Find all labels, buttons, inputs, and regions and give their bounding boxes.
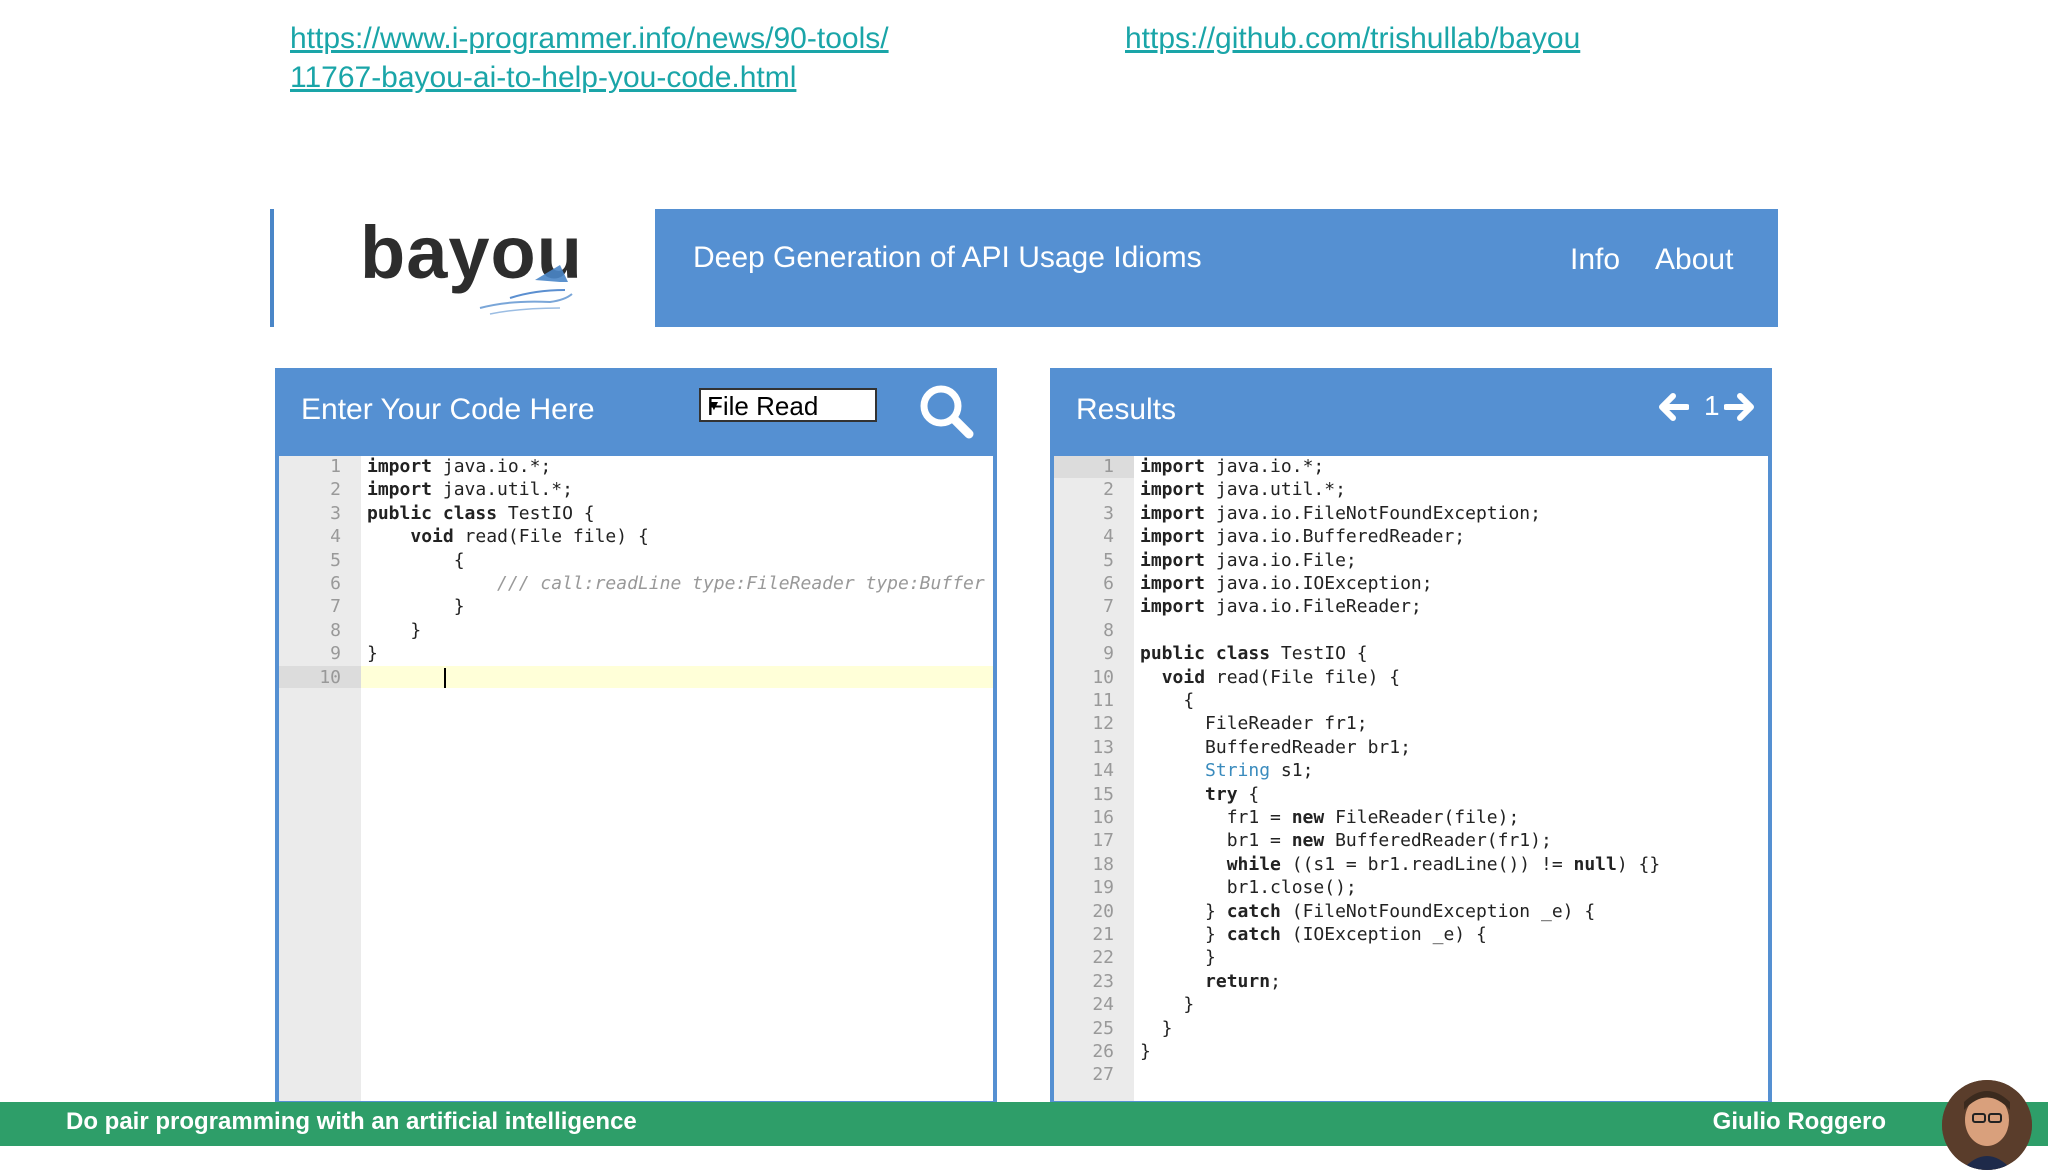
line-number: 21	[1092, 924, 1114, 945]
line-number: 18	[1092, 853, 1114, 875]
code-line: {	[367, 549, 465, 571]
code-line: void read(File file) {	[1161, 666, 1401, 688]
line-number: 11	[1092, 690, 1114, 711]
code-line: import java.io.IOException;	[1140, 573, 1433, 594]
results-page-number: 1	[1704, 390, 1720, 421]
bayou-logo: bayou	[360, 210, 582, 320]
code-line: }	[1140, 1041, 1151, 1062]
line-number: 16	[1092, 807, 1114, 828]
code-line: } catch (IOException _e) {	[1140, 924, 1487, 945]
line-number: 22	[1092, 947, 1114, 969]
line-number: 2	[330, 479, 341, 501]
code-line: while ((s1 = br1.readLine()) != null) {}	[1226, 853, 1661, 875]
link-article-line2[interactable]: 11767-bayou-ai-to-help-you-code.html	[290, 58, 796, 97]
code-line: try {	[1205, 783, 1260, 805]
code-line: import java.io.FileNotFoundException;	[1140, 502, 1541, 524]
line-number: 17	[1092, 830, 1114, 852]
results-panel: Results 1 1 import java.io.*; 2 import java…	[1050, 368, 1772, 1105]
editor-active-line	[361, 666, 993, 688]
line-number: 5	[330, 549, 341, 571]
code-line: String s1;	[1205, 760, 1314, 782]
code-line: import java.io.File;	[1140, 549, 1357, 571]
line-number: 9	[330, 643, 341, 665]
code-line: }	[367, 596, 465, 618]
code-line: import java.io.*;	[367, 456, 552, 477]
line-number: 13	[1092, 736, 1114, 758]
line-number: 6	[330, 573, 341, 594]
footer-author: Giulio Roggero	[1712, 1108, 1886, 1135]
line-number: 4	[330, 526, 341, 548]
search-icon[interactable]	[917, 382, 975, 440]
line-number: 7	[330, 596, 341, 618]
chevron-down-icon: ▼	[707, 397, 721, 413]
code-line: import java.io.BufferedReader;	[1140, 526, 1466, 548]
code-line: }	[367, 619, 422, 641]
code-line: }	[1140, 994, 1195, 1016]
code-line: fr1 = new FileReader(file);	[1140, 807, 1520, 828]
results-panel-header: Results 1	[1054, 368, 1768, 456]
code-line: } catch (FileNotFoundException _e) {	[1140, 900, 1596, 922]
line-number: 14	[1092, 760, 1114, 782]
line-number: 7	[1103, 596, 1114, 618]
nav-about[interactable]: About	[1655, 243, 1733, 277]
line-number: 6	[1103, 573, 1114, 594]
line-number: 20	[1092, 900, 1114, 922]
code-line: }	[1140, 1017, 1173, 1039]
line-number: 5	[1103, 549, 1114, 571]
code-line: {	[1140, 690, 1195, 711]
site-header: Deep Generation of API Usage Idioms Info…	[655, 209, 1778, 327]
code-line: import java.io.*;	[1140, 456, 1325, 477]
link-github[interactable]: https://github.com/trishullab/bayou	[1125, 19, 1580, 58]
line-number: 1	[1103, 456, 1114, 477]
footer-title: Do pair programming with an artificial i…	[66, 1108, 637, 1135]
line-number: 23	[1092, 970, 1114, 992]
line-number: 3	[330, 502, 341, 524]
slide-footer: Do pair programming with an artificial i…	[0, 1102, 2048, 1146]
code-line: }	[1140, 947, 1216, 969]
arrow-left-icon[interactable]	[1659, 392, 1689, 422]
code-line: import java.io.FileReader;	[1140, 596, 1422, 618]
code-line: }	[367, 643, 378, 665]
code-line: br1 = new BufferedReader(fr1);	[1140, 830, 1552, 852]
code-line: /// call:readLine type:FileReader type:B…	[497, 573, 985, 594]
line-number: 27	[1092, 1064, 1114, 1086]
line-number: 1	[330, 456, 341, 477]
logo-accent-bar	[270, 209, 274, 327]
line-number: 8	[1103, 619, 1114, 641]
code-line: public class TestIO {	[1140, 643, 1368, 665]
results-title: Results	[1076, 393, 1177, 426]
code-line: public class TestIO {	[367, 502, 595, 524]
nav-info[interactable]: Info	[1570, 243, 1620, 277]
code-line: import java.util.*;	[367, 479, 573, 501]
code-line: void read(File file) {	[410, 526, 649, 548]
code-line: FileReader fr1;	[1140, 713, 1368, 735]
link-article-line1[interactable]: https://www.i-programmer.info/news/90-to…	[290, 19, 889, 58]
logo-wave-icon	[479, 265, 573, 315]
line-number: 10	[319, 666, 341, 688]
editor-panel: Enter Your Code Here File Read ▼ 1 import…	[275, 368, 997, 1105]
line-number: 25	[1092, 1017, 1114, 1039]
code-line: br1.close();	[1140, 877, 1357, 899]
text-cursor	[444, 668, 446, 688]
line-number: 9	[1103, 643, 1114, 665]
line-number: 4	[1103, 526, 1114, 548]
line-number: 15	[1092, 783, 1114, 805]
line-number: 3	[1103, 502, 1114, 524]
avatar	[1942, 1080, 2032, 1170]
editor-title: Enter Your Code Here	[301, 393, 595, 426]
line-number: 8	[330, 619, 341, 641]
code-line: BufferedReader br1;	[1140, 736, 1411, 758]
example-select[interactable]: File Read ▼	[699, 388, 877, 422]
line-number: 2	[1103, 479, 1114, 501]
line-number: 24	[1092, 994, 1114, 1016]
line-number: 12	[1092, 713, 1114, 735]
line-number: 26	[1092, 1041, 1114, 1062]
arrow-right-icon[interactable]	[1724, 392, 1754, 422]
line-number: 10	[1092, 666, 1114, 688]
header-title: Deep Generation of API Usage Idioms	[693, 241, 1202, 274]
editor-panel-header: Enter Your Code Here File Read ▼	[279, 368, 993, 456]
line-number: 19	[1092, 877, 1114, 899]
code-line: return;	[1205, 970, 1281, 992]
code-line: import java.util.*;	[1140, 479, 1346, 501]
